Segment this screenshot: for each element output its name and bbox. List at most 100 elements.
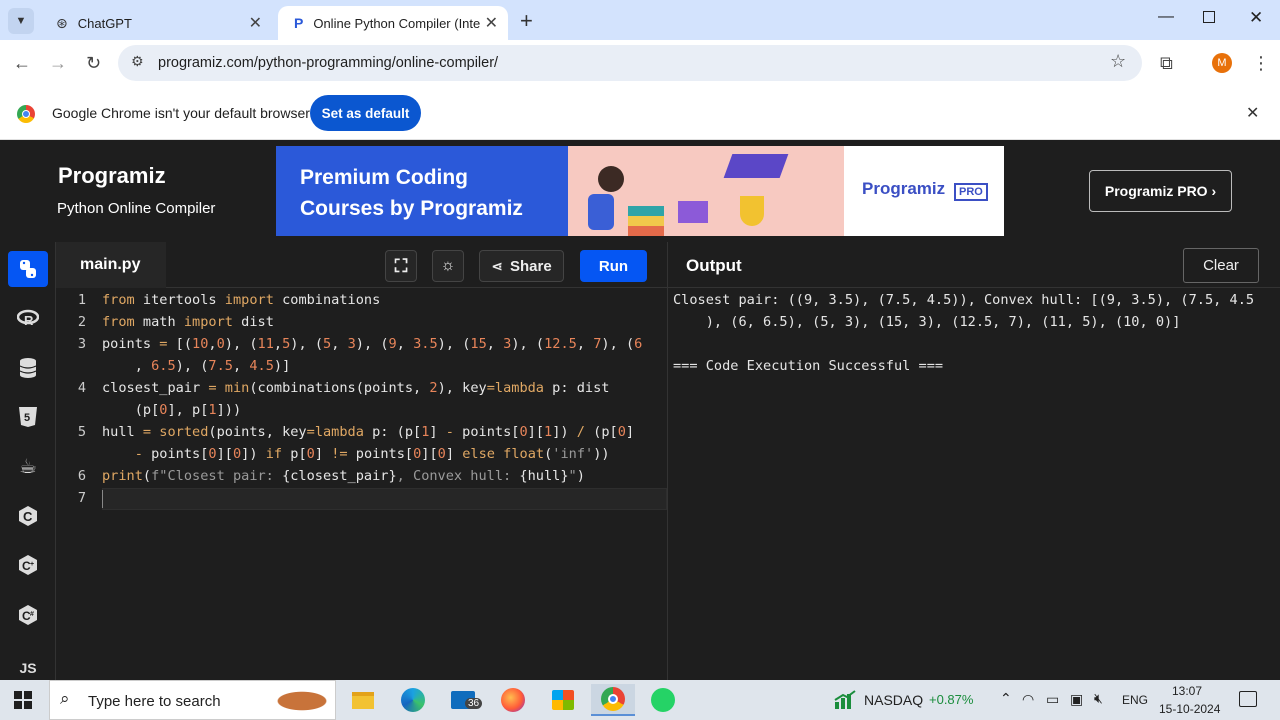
url-text[interactable]: programiz.com/python-programming/online-… (158, 55, 498, 71)
svg-text:R: R (24, 313, 34, 327)
sql-icon[interactable] (8, 350, 48, 386)
close-infobar-icon[interactable]: ✕ (1246, 103, 1259, 123)
code-editor[interactable]: 1 2 3 4 5 6 7 from itertools import comb… (56, 288, 667, 680)
share-label: Share (510, 257, 552, 275)
banner-illustration (568, 146, 844, 236)
tab-chatgpt[interactable]: ⊛ ChatGPT ✕ (40, 6, 272, 40)
programiz-pro-button[interactable]: Programiz PRO › (1089, 170, 1232, 212)
code-line: - points[0][0]) if p[0] != points[0][0] … (134, 446, 610, 462)
profile-avatar[interactable]: M (1212, 53, 1232, 73)
backpack (588, 194, 614, 230)
share-icon: ⋖ (491, 257, 504, 274)
book-stack (628, 206, 664, 236)
forward-icon[interactable]: → (49, 53, 67, 73)
minimize-button[interactable]: — (1158, 8, 1174, 26)
reload-icon[interactable]: ↻ (86, 53, 101, 73)
close-tab-icon[interactable]: ✕ (485, 13, 498, 33)
edge-icon[interactable] (391, 684, 435, 716)
csharp-icon[interactable]: C # (8, 597, 48, 633)
firefox-icon[interactable] (491, 684, 535, 716)
infobar-message: Google Chrome isn't your default browser (52, 105, 310, 121)
chrome-logo-icon (17, 105, 35, 123)
output-console: Closest pair: ((9, 3.5), (7.5, 4.5)), Co… (667, 288, 1280, 680)
close-window-button[interactable]: ✕ (1249, 8, 1263, 28)
default-browser-infobar: Google Chrome isn't your default browser… (0, 86, 1280, 140)
java-icon[interactable]: ☕ (8, 448, 48, 484)
language-indicator[interactable]: ENG (1122, 693, 1148, 707)
display-icon[interactable]: ▣ (1070, 691, 1083, 708)
set-as-default-button[interactable]: Set as default (310, 95, 421, 131)
search-placeholder: Type here to search (88, 693, 221, 710)
store-icon[interactable] (541, 684, 585, 716)
menu-icon[interactable]: ⋮ (1252, 53, 1270, 73)
run-button[interactable]: Run (580, 250, 647, 282)
taskbar-search[interactable]: ⌕ Type here to search (49, 680, 336, 720)
code-line: (p[0], p[1])) (102, 402, 242, 418)
language-sidebar: R 5 ☕ C C + C # JS (0, 242, 56, 680)
clear-button[interactable]: Clear (1183, 248, 1259, 283)
html-icon[interactable]: 5 (8, 399, 48, 435)
banner-brand-logo: Programiz (862, 179, 946, 198)
browser-tab-bar: ▼ ⊛ ChatGPT ✕ P Online Python Compiler (… (0, 0, 1280, 40)
file-explorer-icon[interactable] (341, 684, 385, 716)
site-info-icon[interactable]: ⚙ (131, 53, 144, 70)
programiz-favicon: P (294, 15, 304, 31)
code-line: from itertools import combinations (102, 292, 381, 308)
cpp-icon[interactable]: C + (8, 547, 48, 583)
banner-headline: Premium Coding Courses by Programiz (300, 162, 523, 224)
output-line: ), (6, 6.5), (5, 3), (15, 3), (12.5, 7),… (673, 314, 1181, 330)
chevron-up-icon[interactable]: ⌃ (1000, 690, 1012, 707)
meet-now-icon[interactable]: ▭ (1046, 691, 1059, 708)
whatsapp-icon[interactable] (641, 684, 685, 716)
chevron-down-icon: ▼ (15, 15, 27, 27)
svg-text:C: C (23, 509, 33, 524)
active-line-highlight (102, 488, 667, 510)
c-icon[interactable]: C (8, 498, 48, 534)
stock-ticker-name[interactable]: NASDAQ (864, 692, 923, 708)
restore-button[interactable] (1203, 11, 1215, 23)
fullscreen-icon: ⛶ (394, 255, 408, 276)
notification-icon[interactable] (1239, 691, 1257, 707)
fullscreen-button[interactable]: ⛶ (385, 250, 417, 282)
editor-toolbar: main.py ⛶ ☼ ⋖ Share Run (56, 242, 667, 288)
promo-banner[interactable]: Premium Coding Courses by Programiz Prog… (276, 146, 1004, 236)
extensions-icon[interactable]: ⧉ (1160, 53, 1173, 73)
banner-pro-badge: PRO (954, 183, 988, 201)
output-toolbar: Output Clear (667, 242, 1280, 288)
code-line: closest_pair = min(combinations(points, … (102, 380, 610, 396)
chrome-taskbar-icon[interactable] (591, 684, 635, 716)
student-figure (598, 166, 624, 192)
share-button[interactable]: ⋖ Share (479, 250, 564, 282)
code-line: hull = sorted(points, key=lambda p: (p[1… (102, 424, 635, 440)
tab-search-button[interactable]: ▼ (8, 8, 34, 34)
bookmark-star-icon[interactable]: ☆ (1110, 51, 1126, 72)
banner-line-1: Premium Coding (300, 166, 469, 189)
code-line: from math import dist (102, 314, 274, 330)
clock-date[interactable]: 15-10-2024 (1159, 702, 1220, 716)
output-title: Output (686, 256, 742, 275)
code-line: print(f"Closest pair: {closest_pair}, Co… (102, 468, 585, 484)
file-tab-main[interactable]: main.py (56, 242, 166, 288)
mail-icon[interactable]: 36 (441, 684, 485, 716)
clock-time[interactable]: 13:07 (1172, 684, 1202, 698)
theme-toggle-button[interactable]: ☼ (432, 250, 464, 282)
address-bar[interactable]: ⚙ programiz.com/python-programming/onlin… (118, 45, 1142, 81)
tab-programiz[interactable]: P Online Python Compiler (Interp ✕ (278, 6, 508, 40)
start-button[interactable] (14, 691, 32, 714)
r-icon[interactable]: R (8, 300, 48, 336)
new-tab-button[interactable]: + (520, 8, 533, 34)
volume-mute-icon[interactable]: 🔇︎ (1094, 690, 1103, 707)
graduation-cap (723, 154, 789, 178)
search-icon: ⌕ (60, 689, 70, 708)
line-number: 2 (77, 314, 86, 330)
python-icon[interactable] (8, 251, 48, 287)
output-line: === Code Execution Successful === (673, 358, 944, 374)
windows-logo-icon (14, 691, 32, 709)
back-icon[interactable]: ← (13, 53, 31, 73)
page-subtitle: Python Online Compiler (57, 200, 216, 217)
code-line: , 6.5), (7.5, 4.5)] (102, 358, 291, 374)
network-icon[interactable]: ◠ (1022, 691, 1034, 708)
programiz-logo[interactable]: Programiz (58, 163, 166, 189)
sun-icon: ☼ (440, 257, 456, 274)
close-tab-icon[interactable]: ✕ (249, 13, 262, 33)
